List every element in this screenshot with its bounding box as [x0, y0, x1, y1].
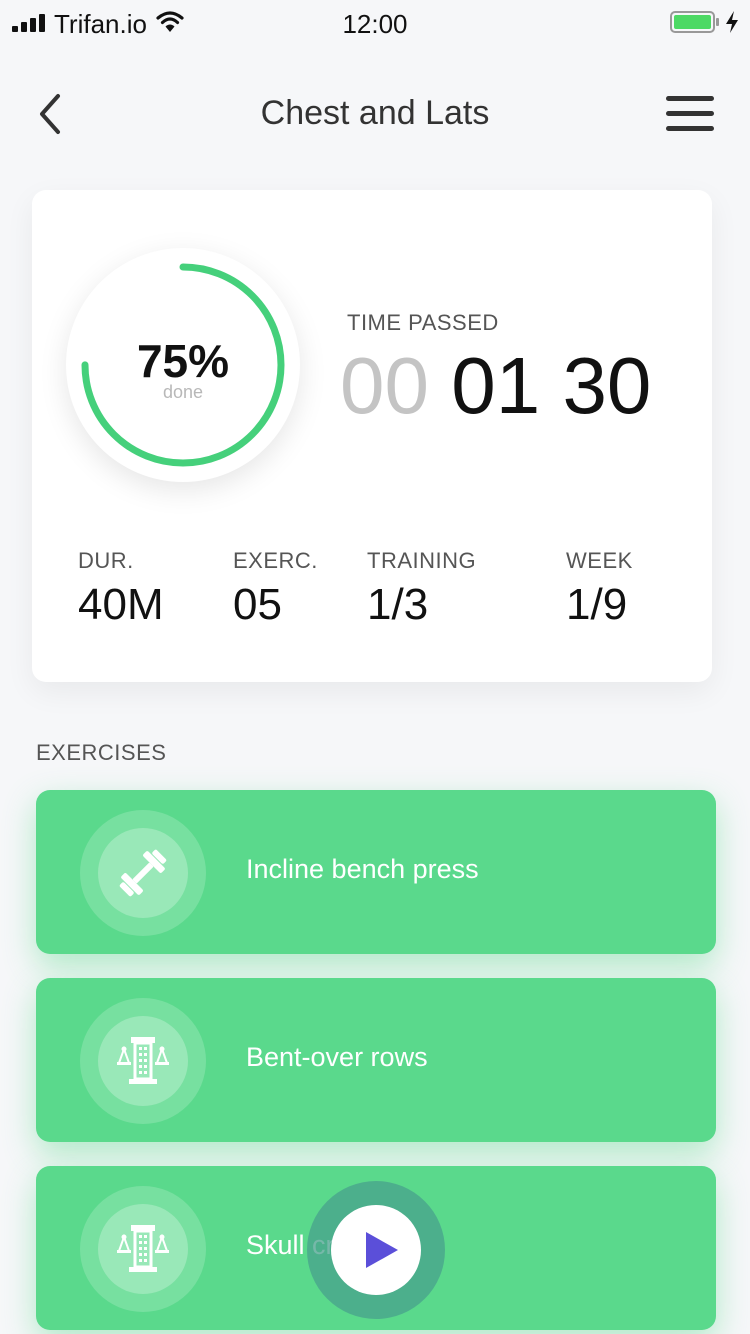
- exercise-icon-badge: [80, 1186, 206, 1312]
- stat-training: TRAINING 1/3: [367, 548, 476, 630]
- time-seconds: 30: [562, 341, 652, 430]
- exercise-item[interactable]: Bent-over rows: [36, 978, 716, 1142]
- exercises-heading: EXERCISES: [36, 740, 167, 765]
- play-button[interactable]: [307, 1181, 445, 1319]
- dumbbell-icon: [119, 849, 167, 897]
- stat-label: TRAINING: [367, 548, 477, 573]
- charging-icon: [726, 11, 738, 33]
- stat-value: 1/9: [566, 580, 628, 629]
- menu-button[interactable]: [664, 94, 716, 134]
- stat-value: 1/3: [367, 580, 429, 629]
- play-icon: [366, 1232, 398, 1268]
- time-passed-label: TIME PASSED: [347, 310, 499, 335]
- stat-label: DUR.: [78, 548, 134, 573]
- hamburger-icon: [666, 96, 714, 131]
- workout-summary-card: 75% done TIME PASSED 00 01 30 DUR. 40M E…: [32, 190, 712, 682]
- exercise-icon-badge: [80, 810, 206, 936]
- page-title: Chest and Lats: [260, 94, 490, 132]
- stat-duration: DUR. 40M: [78, 548, 164, 630]
- stat-value: 05: [233, 580, 282, 629]
- progress-percent: 75%: [136, 335, 230, 387]
- time-passed-value: 00 01 30: [340, 340, 651, 432]
- stat-exercises: EXERC. 05: [233, 548, 318, 630]
- progress-caption: done: [162, 382, 204, 402]
- status-bar: Trifan.io 12:00: [0, 0, 750, 48]
- exercise-name: Incline bench press: [246, 854, 479, 884]
- signal-icon: [12, 14, 45, 32]
- wifi-icon: [156, 11, 184, 32]
- exercise-name: Bent-over rows: [246, 1042, 428, 1072]
- cable-machine-icon: [117, 1225, 169, 1272]
- back-button[interactable]: [34, 90, 66, 138]
- time-minutes: 01: [451, 341, 541, 430]
- progress-ring: 75% done: [66, 248, 300, 482]
- stat-label: WEEK: [566, 548, 633, 573]
- chevron-left-icon: [40, 94, 60, 134]
- stat-value: 40M: [78, 580, 164, 629]
- carrier-name: Trifan.io: [54, 9, 147, 39]
- exercise-icon-badge: [80, 998, 206, 1124]
- cable-machine-icon: [117, 1037, 169, 1084]
- time-hours: 00: [340, 341, 429, 430]
- exercise-item[interactable]: Incline bench press: [36, 790, 716, 954]
- stat-label: EXERC.: [233, 548, 318, 573]
- stat-week: WEEK 1/9: [566, 548, 633, 630]
- battery-icon: [670, 11, 719, 33]
